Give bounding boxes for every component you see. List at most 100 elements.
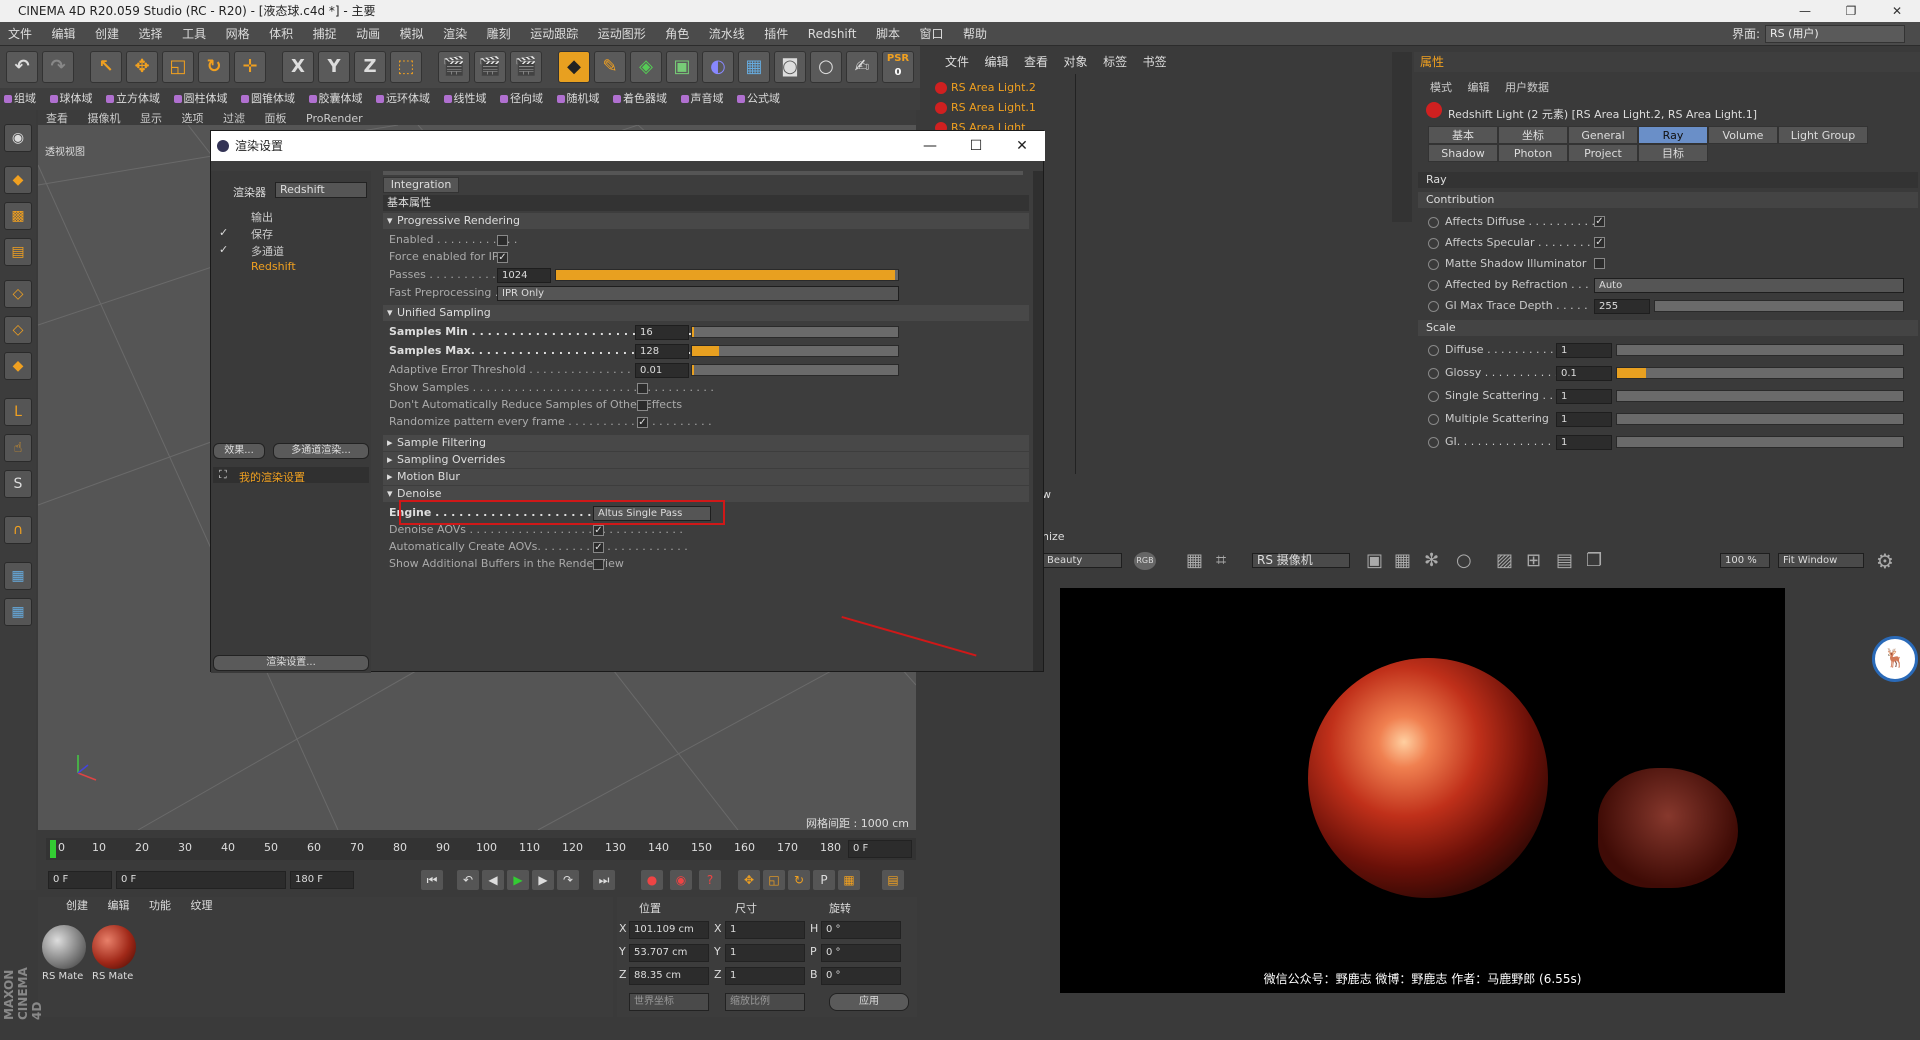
x-axis-button[interactable]: X — [282, 51, 314, 83]
field-torus-button[interactable]: 远环体域 — [372, 88, 436, 110]
add-snapshot-icon[interactable]: ⊞ — [1526, 550, 1541, 571]
edit-render-settings-icon[interactable]: 🎬 — [510, 51, 542, 83]
denoise-aovs-checkbox[interactable]: ✓ — [593, 525, 604, 536]
menu-item[interactable]: 编辑 — [44, 22, 84, 46]
object-menu-bookmarks[interactable]: 书签 — [1137, 52, 1173, 72]
scale-input[interactable]: 0.1 — [1556, 366, 1612, 381]
scale-input[interactable]: 1 — [1556, 343, 1612, 358]
menu-item[interactable]: 脚本 — [868, 22, 908, 46]
matte-shadow-checkbox[interactable] — [1594, 258, 1605, 269]
scale-slider[interactable] — [1616, 390, 1904, 402]
affects-specular-checkbox[interactable]: ✓ — [1594, 237, 1605, 248]
copy-icon[interactable]: ❐ — [1586, 550, 1602, 571]
samples-min-slider[interactable] — [691, 326, 899, 338]
affected-by-refraction-select[interactable]: Auto — [1594, 278, 1904, 293]
animate-dot-icon[interactable] — [1428, 344, 1439, 356]
check-mark-icon[interactable]: ✓ — [219, 243, 228, 256]
y-axis-button[interactable]: Y — [318, 51, 350, 83]
menu-item[interactable]: 体积 — [261, 22, 301, 46]
workplane-icon[interactable]: ▤ — [4, 238, 32, 266]
undo-icon[interactable]: ↶ — [6, 51, 38, 83]
timeline-ruler[interactable]: 0 10 20 30 40 50 60 70 80 90 100 110 120… — [46, 838, 916, 860]
redo-icon[interactable]: ↷ — [42, 51, 74, 83]
scale-input[interactable]: 1 — [1556, 435, 1612, 450]
rotate-tool-icon[interactable]: ↻ — [198, 51, 230, 83]
render-view-icon[interactable]: 🎬 — [438, 51, 470, 83]
recent-tool-icon[interactable]: ✛ — [234, 51, 266, 83]
attribute-menu-mode[interactable]: 模式 — [1424, 78, 1458, 98]
samples-min-input[interactable]: 16 — [635, 325, 689, 340]
dialog-scrollbar[interactable] — [1033, 171, 1043, 671]
start-frame-field[interactable]: 0 F — [48, 871, 112, 889]
record-icon[interactable]: ● — [641, 870, 663, 890]
model-mode-icon[interactable]: ◆ — [4, 166, 32, 194]
render-settings-button[interactable]: 渲染设置... — [213, 655, 369, 671]
zoom-select[interactable]: 100 % — [1720, 553, 1770, 568]
tab-volume[interactable]: Volume — [1708, 126, 1778, 144]
rotation-b-field[interactable]: 0 ° — [821, 967, 901, 985]
key-rotation-icon[interactable]: ↻ — [788, 870, 810, 890]
dialog-minimize-button[interactable]: — — [907, 131, 953, 161]
size-x-field[interactable]: 1 — [725, 921, 805, 939]
field-group-button[interactable]: 组域 — [0, 88, 42, 110]
object-menu-tags[interactable]: 标签 — [1097, 52, 1133, 72]
animate-dot-icon[interactable] — [1428, 300, 1439, 312]
previous-frame-icon[interactable]: ◀ — [482, 870, 504, 890]
field-radial-button[interactable]: 径向域 — [496, 88, 549, 110]
rgb-channel-button[interactable]: RGB — [1134, 552, 1156, 570]
section-sampling-overrides[interactable]: Sampling Overrides — [383, 452, 1029, 468]
coordinate-system-icon[interactable]: ⬚ — [390, 51, 422, 83]
tab-basic[interactable]: 基本 — [1428, 126, 1498, 144]
menu-item[interactable]: 帮助 — [955, 22, 995, 46]
samples-max-slider[interactable] — [691, 345, 899, 357]
solo-grid-icon[interactable]: ▦ — [4, 598, 32, 626]
next-frame-icon[interactable]: ▶ — [532, 870, 554, 890]
bucket-icon[interactable]: ▦ — [1394, 550, 1411, 571]
scale-tool-icon[interactable]: ◱ — [162, 51, 194, 83]
field-random-button[interactable]: 随机域 — [553, 88, 606, 110]
field-linear-button[interactable]: 线性域 — [440, 88, 493, 110]
animate-dot-icon[interactable] — [1428, 216, 1439, 228]
show-buffers-checkbox[interactable] — [593, 559, 604, 570]
tab-coord[interactable]: 坐标 — [1498, 126, 1568, 144]
field-shader-button[interactable]: 着色器域 — [609, 88, 673, 110]
auto-aovs-checkbox[interactable]: ✓ — [593, 542, 604, 553]
randomize-checkbox[interactable]: ✓ — [637, 417, 648, 428]
z-axis-button[interactable]: Z — [354, 51, 386, 83]
apply-button[interactable]: 应用 — [829, 993, 909, 1011]
animate-dot-icon[interactable] — [1428, 436, 1439, 448]
position-x-field[interactable]: 101.109 cm — [629, 921, 709, 939]
menu-item[interactable]: 创建 — [87, 22, 127, 46]
subdivision-icon[interactable]: ◈ — [630, 51, 662, 83]
section-contribution[interactable]: Contribution — [1418, 192, 1918, 208]
crop-icon[interactable]: ⌗ — [1216, 550, 1226, 571]
camera-icon[interactable]: ◙ — [774, 51, 806, 83]
polygons-mode-icon[interactable]: ◆ — [4, 352, 32, 380]
settings-item-save[interactable]: 保存 — [251, 226, 273, 242]
field-sound-button[interactable]: 声音域 — [677, 88, 730, 110]
close-button[interactable]: ✕ — [1874, 0, 1920, 22]
select-tool-icon[interactable]: ↖ — [90, 51, 122, 83]
tab-integration[interactable]: Integration — [383, 177, 459, 193]
renderer-select[interactable]: Redshift — [275, 182, 367, 198]
size-y-field[interactable]: 1 — [725, 944, 805, 962]
gi-max-trace-slider[interactable] — [1654, 300, 1904, 312]
scale-slider[interactable] — [1616, 344, 1904, 356]
size-mode-select[interactable]: 缩放比例 — [725, 993, 805, 1011]
adaptive-error-input[interactable]: 0.01 — [635, 363, 689, 378]
axis-mode-icon[interactable]: L — [4, 398, 32, 426]
menu-item[interactable]: 运动图形 — [590, 22, 654, 46]
circle-icon[interactable]: ○ — [1456, 550, 1472, 571]
object-row[interactable]: RS Area Light.1 — [925, 98, 1390, 118]
tab-ray[interactable]: Ray — [1638, 126, 1708, 144]
section-progressive-rendering[interactable]: Progressive Rendering — [383, 213, 1029, 229]
layout-select[interactable]: RS (用户) — [1765, 25, 1905, 43]
gi-max-trace-input[interactable]: 255 — [1594, 299, 1650, 314]
play-icon[interactable]: ▶ — [507, 870, 529, 890]
animate-dot-icon[interactable] — [1428, 237, 1439, 249]
section-scale[interactable]: Scale — [1418, 320, 1918, 336]
animate-dot-icon[interactable] — [1428, 390, 1439, 402]
key-pla-icon[interactable]: ▦ — [838, 870, 860, 890]
key-parameter-icon[interactable]: P — [813, 870, 835, 890]
keyframe-selection-icon[interactable]: ? — [699, 870, 721, 890]
